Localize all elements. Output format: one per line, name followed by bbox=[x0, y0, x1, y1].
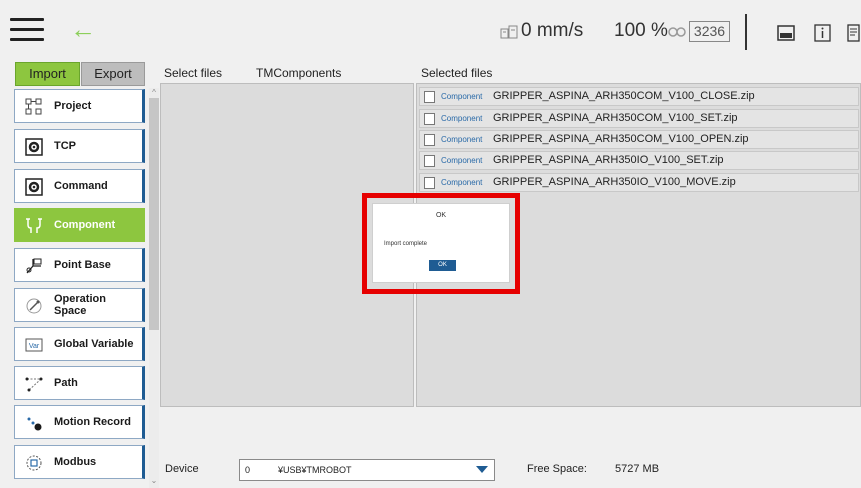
operation-space-icon bbox=[26, 298, 42, 314]
project-icon bbox=[25, 98, 42, 115]
sidebar-item-point-base[interactable]: Point Base bbox=[14, 248, 145, 282]
folder-name-header: TMComponents bbox=[256, 66, 342, 80]
sidebar-item-operation-space[interactable]: Operation Space bbox=[14, 288, 145, 322]
selected-file-row[interactable]: Component GRIPPER_ASPINA_ARH350COM_V100_… bbox=[419, 130, 859, 149]
file-name: GRIPPER_ASPINA_ARH350COM_V100_OPEN.zip bbox=[493, 133, 749, 145]
tab-export[interactable]: Export bbox=[81, 62, 145, 86]
file-name: GRIPPER_ASPINA_ARH350COM_V100_SET.zip bbox=[493, 112, 738, 124]
sidebar-item-label: Motion Record bbox=[54, 416, 131, 428]
app-window: ← 0 mm/s 100 % 3236 Import Export Projec… bbox=[0, 0, 861, 488]
topbar-divider bbox=[745, 14, 747, 50]
device-index: 0 bbox=[245, 465, 251, 475]
sidebar-item-path[interactable]: Path bbox=[14, 366, 145, 400]
free-space-label: Free Space: bbox=[527, 463, 587, 475]
sidebar-item-label: Point Base bbox=[54, 259, 111, 271]
sidebar-item-global-variable[interactable]: Var Global Variable bbox=[14, 327, 145, 361]
file-checkbox[interactable] bbox=[424, 155, 435, 167]
path-icon bbox=[25, 377, 43, 392]
sidebar-item-label: Modbus bbox=[54, 456, 97, 468]
selected-file-row[interactable]: Component GRIPPER_ASPINA_ARH350COM_V100_… bbox=[419, 87, 859, 106]
sidebar-item-motion-record[interactable]: Motion Record bbox=[14, 405, 145, 439]
sidebar-scroll-thumb[interactable] bbox=[149, 98, 159, 330]
file-name: GRIPPER_ASPINA_ARH350COM_V100_CLOSE.zip bbox=[493, 90, 755, 102]
gear-icon bbox=[25, 138, 43, 156]
file-type-tag: Component bbox=[441, 114, 483, 123]
sidebar-item-label: Path bbox=[54, 377, 78, 389]
free-space-value: 5727 MB bbox=[615, 463, 660, 475]
sidebar-item-command[interactable]: Command bbox=[14, 169, 145, 203]
speed-icon bbox=[500, 25, 518, 39]
selected-file-row[interactable]: Component GRIPPER_ASPINA_ARH350IO_V100_M… bbox=[419, 173, 859, 192]
file-checkbox[interactable] bbox=[424, 177, 435, 189]
log-icon[interactable] bbox=[847, 24, 860, 42]
file-type-tag: Component bbox=[441, 135, 483, 144]
robot-code-badge: 3236 bbox=[689, 21, 730, 42]
motion-record-icon bbox=[27, 417, 42, 431]
tab-import[interactable]: Import bbox=[15, 62, 80, 86]
file-type-tag: Component bbox=[441, 178, 483, 187]
link-icon bbox=[668, 27, 686, 37]
sidebar: Project TCP Command Component Point Base… bbox=[14, 88, 150, 488]
component-icon bbox=[26, 218, 42, 233]
info-icon[interactable] bbox=[814, 24, 831, 42]
scroll-up-icon[interactable]: ^ bbox=[149, 88, 159, 98]
file-checkbox[interactable] bbox=[424, 134, 435, 146]
hamburger-menu-icon[interactable] bbox=[10, 18, 44, 44]
point-base-icon bbox=[26, 258, 42, 274]
sidebar-item-label: TCP bbox=[54, 140, 76, 152]
variable-icon-text: Var bbox=[29, 343, 40, 350]
scroll-down-icon[interactable]: ⌄ bbox=[149, 476, 159, 486]
selected-file-row[interactable]: Component GRIPPER_ASPINA_ARH350IO_V100_S… bbox=[419, 151, 859, 170]
sidebar-item-label: Component bbox=[54, 219, 116, 231]
file-name: GRIPPER_ASPINA_ARH350IO_V100_MOVE.zip bbox=[493, 176, 736, 188]
file-type-tag: Component bbox=[441, 92, 483, 101]
gear-icon bbox=[25, 178, 43, 196]
highlight-box bbox=[362, 193, 520, 294]
sidebar-item-modbus[interactable]: Modbus bbox=[14, 445, 145, 479]
variable-icon: Var bbox=[25, 338, 43, 352]
top-bar: ← 0 mm/s 100 % 3236 bbox=[0, 0, 861, 58]
sidebar-item-label: Operation Space bbox=[54, 293, 106, 317]
sidebar-item-project[interactable]: Project bbox=[14, 89, 145, 123]
sidebar-item-component[interactable]: Component bbox=[14, 208, 145, 242]
device-select[interactable]: 0 ¥USB¥TMROBOT bbox=[239, 459, 495, 481]
speed-readout: 0 mm/s bbox=[521, 20, 584, 41]
chevron-down-icon[interactable] bbox=[476, 466, 488, 473]
file-checkbox[interactable] bbox=[424, 113, 435, 125]
file-checkbox[interactable] bbox=[424, 91, 435, 103]
device-label: Device bbox=[165, 463, 199, 475]
selected-files-header: Selected files bbox=[421, 66, 493, 80]
sidebar-item-label: Project bbox=[54, 100, 92, 112]
device-path: ¥USB¥TMROBOT bbox=[278, 465, 352, 475]
back-arrow-icon[interactable]: ← bbox=[70, 14, 100, 44]
sidebar-item-tcp[interactable]: TCP bbox=[14, 129, 145, 163]
file-name: GRIPPER_ASPINA_ARH350IO_V100_SET.zip bbox=[493, 154, 724, 166]
select-files-header: Select files bbox=[164, 66, 223, 80]
sidebar-item-label: Global Variable bbox=[54, 338, 134, 350]
speed-percent-readout: 100 % bbox=[614, 20, 668, 41]
selected-file-row[interactable]: Component GRIPPER_ASPINA_ARH350COM_V100_… bbox=[419, 109, 859, 128]
sidebar-item-label: Command bbox=[54, 180, 108, 192]
modbus-icon bbox=[26, 455, 42, 471]
monitor-icon[interactable] bbox=[777, 24, 795, 42]
file-type-tag: Component bbox=[441, 156, 483, 165]
